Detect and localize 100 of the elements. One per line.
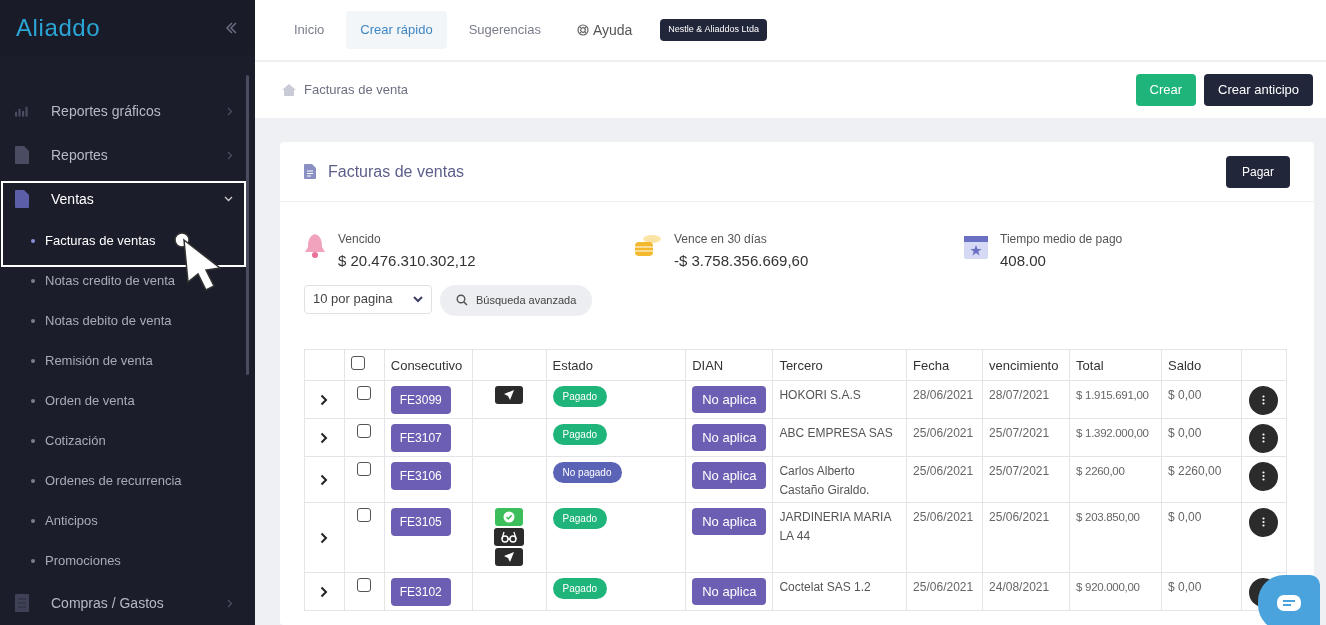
expand-chevron-icon[interactable] (320, 431, 329, 444)
more-options-button[interactable] (1249, 507, 1279, 537)
page-size-select[interactable]: 10 por pagina (304, 284, 432, 314)
chevron-right-icon (227, 106, 233, 116)
column-header: Estado (552, 358, 594, 373)
dian-badge: No aplica (692, 461, 767, 489)
advance-button[interactable]: Crear anticipo (1204, 74, 1313, 106)
nav-tab[interactable]: Crear rápido (346, 11, 447, 49)
column-header: vencimiento (989, 358, 1059, 373)
table-cell: $ 203.850,00 (1076, 510, 1140, 523)
chevron-right-icon (227, 598, 233, 608)
search-icon (456, 294, 468, 306)
stat-label: Vence en 30 días (674, 231, 768, 248)
sidebar-subitem[interactable]: Cotización (0, 421, 255, 461)
column-header: Consecutivo (390, 358, 463, 373)
stat-value: $ 20.476.310.302,12 (338, 251, 476, 271)
table-cell: 25/06/2021 (913, 463, 974, 478)
checkbox[interactable] (357, 461, 372, 476)
table-cell: JARDINERIA MARIA LA 44 (779, 509, 891, 543)
table-cell: $ 920.000,00 (1076, 580, 1140, 593)
sidebar-subitem[interactable]: Promociones (0, 541, 255, 581)
sidebar-item[interactable]: Reportes (0, 133, 255, 177)
checkbox[interactable] (357, 507, 372, 522)
table-cell: 24/08/2021 (989, 579, 1050, 594)
table-cell: 25/06/2021 (913, 509, 974, 524)
column-header: Fecha (913, 358, 950, 373)
column-header: Total (1076, 358, 1104, 373)
chevron-down-icon (413, 295, 423, 303)
column-header: Saldo (1168, 358, 1202, 373)
sidebar-item[interactable]: Compras / Gastos (0, 581, 255, 625)
status-badge: Pagado (552, 577, 608, 599)
status-badge: Pagado (552, 385, 608, 407)
expand-chevron-icon[interactable] (320, 473, 329, 486)
invoice-number[interactable]: FE3102 (390, 577, 451, 606)
table-cell: 28/06/2021 (913, 387, 974, 402)
nav-tab[interactable]: Ayuda (562, 11, 647, 49)
expand-chevron-icon[interactable] (320, 531, 329, 544)
dian-badge: No aplica (692, 423, 767, 451)
checkbox[interactable] (357, 577, 372, 592)
advanced-search-button[interactable]: Búsqueda avanzada (440, 284, 593, 316)
pay-button[interactable]: Pagar (1225, 155, 1290, 188)
sidebar-item[interactable]: Reportes gráficos (0, 89, 255, 133)
table-cell: 25/07/2021 (989, 425, 1050, 440)
table-cell: $ 1.392.000,00 (1076, 426, 1149, 439)
checkbox[interactable] (350, 356, 365, 370)
check-icon[interactable] (495, 507, 524, 526)
nav-tab[interactable]: Inicio (280, 11, 339, 49)
sidebar-subitem[interactable]: Ordenes de recurrencia (0, 461, 255, 501)
scrollbar[interactable] (246, 75, 249, 375)
logo[interactable]: Aliaddo (16, 9, 101, 46)
invoice-number[interactable]: FE3106 (390, 461, 451, 490)
table-cell: 25/06/2021 (913, 579, 974, 594)
invoice-number[interactable]: FE3099 (390, 385, 451, 414)
company-badge: Nestle & Aliaddos Ltda (660, 19, 767, 41)
table-cell: $ 2260,00 (1168, 463, 1222, 478)
stat-label: Tiempo medio de pago (1000, 231, 1123, 248)
expand-chevron-icon[interactable] (320, 393, 329, 406)
status-badge: No pagado (552, 461, 622, 483)
breadcrumb-current: Facturas de venta (304, 81, 409, 100)
document-icon (304, 164, 316, 179)
table-cell: 28/07/2021 (989, 387, 1050, 402)
dian-badge: No aplica (692, 385, 767, 413)
table-cell: $ 0,00 (1168, 425, 1202, 440)
column-header: DIAN (692, 358, 724, 373)
sidebar-subitem[interactable]: Facturas de ventas (0, 221, 255, 261)
invoice-number[interactable]: FE3105 (390, 507, 451, 536)
send-icon[interactable] (495, 385, 524, 404)
send-icon[interactable] (495, 547, 524, 566)
invoice-number[interactable]: FE3107 (390, 423, 451, 452)
sidebar-subitem[interactable]: Notas debito de venta (0, 301, 255, 341)
sidebar-subitem[interactable]: Anticipos (0, 501, 255, 541)
more-icon (1262, 433, 1266, 443)
lifebuoy-icon (576, 24, 589, 36)
table-cell: $ 0,00 (1168, 579, 1202, 594)
checkbox[interactable] (357, 385, 372, 400)
chevron-right-icon (227, 150, 233, 160)
stat-value: -$ 3.758.356.669,60 (674, 251, 809, 271)
sidebar-item[interactable]: Ventas (0, 177, 255, 221)
table-cell: Carlos Alberto Castaño Giraldo. (779, 463, 870, 497)
status-badge: Pagado (552, 423, 608, 445)
table-cell: $ 1.915.691,00 (1076, 388, 1149, 401)
chat-launcher-popup[interactable] (1258, 575, 1320, 625)
table-cell: $ 0,00 (1168, 509, 1202, 524)
more-options-button[interactable] (1249, 461, 1279, 491)
collapse-icon[interactable] (223, 19, 239, 36)
checkbox[interactable] (357, 423, 372, 438)
nav-tab[interactable]: Sugerencias (454, 11, 555, 49)
status-badge: Pagado (552, 507, 608, 529)
glasses-icon[interactable] (494, 527, 525, 546)
document-icon (15, 190, 29, 208)
expand-chevron-icon[interactable] (320, 585, 329, 598)
coins-icon (634, 233, 662, 259)
table-cell: 25/07/2021 (989, 463, 1050, 478)
sidebar-subitem[interactable]: Remisión de venta (0, 341, 255, 381)
chat-icon (1276, 594, 1302, 612)
sidebar-subitem[interactable]: Orden de venta (0, 381, 255, 421)
table-cell: Coctelat SAS 1.2 (779, 579, 871, 594)
table-cell: $ 2260,00 (1076, 464, 1125, 477)
more-options-button[interactable] (1249, 423, 1279, 453)
more-options-button[interactable] (1249, 385, 1279, 415)
